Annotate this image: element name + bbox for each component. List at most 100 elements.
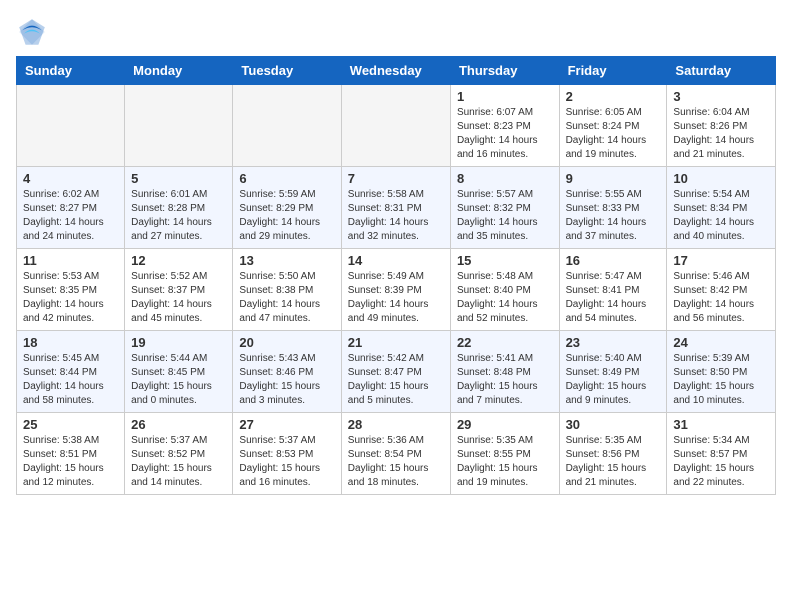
day-number: 15 [457, 253, 553, 268]
calendar-cell: 2 Sunrise: 6:05 AM Sunset: 8:24 PM Daylig… [559, 85, 667, 167]
day-number: 22 [457, 335, 553, 350]
day-number: 20 [239, 335, 334, 350]
day-number: 25 [23, 417, 118, 432]
day-number: 28 [348, 417, 444, 432]
day-info: Sunrise: 5:50 AM Sunset: 8:38 PM Dayligh… [239, 270, 334, 326]
day-info: Sunrise: 5:45 AM Sunset: 8:44 PM Dayligh… [23, 352, 118, 408]
day-info: Sunrise: 5:43 AM Sunset: 8:46 PM Dayligh… [239, 352, 334, 408]
day-number: 14 [348, 253, 444, 268]
day-info: Sunrise: 5:49 AM Sunset: 8:39 PM Dayligh… [348, 270, 444, 326]
day-number: 7 [348, 171, 444, 186]
calendar-cell [17, 85, 125, 167]
calendar-cell: 5 Sunrise: 6:01 AM Sunset: 8:28 PM Daylig… [125, 167, 233, 249]
day-number: 9 [566, 171, 661, 186]
column-header-tuesday: Tuesday [233, 57, 341, 85]
calendar-header [16, 16, 776, 48]
day-number: 16 [566, 253, 661, 268]
calendar-cell: 6 Sunrise: 5:59 AM Sunset: 8:29 PM Daylig… [233, 167, 341, 249]
day-info: Sunrise: 5:59 AM Sunset: 8:29 PM Dayligh… [239, 188, 334, 244]
day-info: Sunrise: 5:39 AM Sunset: 8:50 PM Dayligh… [673, 352, 769, 408]
day-info: Sunrise: 5:44 AM Sunset: 8:45 PM Dayligh… [131, 352, 226, 408]
day-info: Sunrise: 5:37 AM Sunset: 8:53 PM Dayligh… [239, 434, 334, 490]
calendar-cell: 9 Sunrise: 5:55 AM Sunset: 8:33 PM Daylig… [559, 167, 667, 249]
calendar-cell: 12Sunrise: 5:52 AM Sunset: 8:37 PM Dayli… [125, 249, 233, 331]
day-number: 27 [239, 417, 334, 432]
day-info: Sunrise: 5:46 AM Sunset: 8:42 PM Dayligh… [673, 270, 769, 326]
day-info: Sunrise: 5:57 AM Sunset: 8:32 PM Dayligh… [457, 188, 553, 244]
calendar-cell: 31 Sunrise: 5:34 AM Sunset: 8:57 PM Dayli… [667, 413, 776, 495]
calendar-cell: 19 Sunrise: 5:44 AM Sunset: 8:45 PM Dayli… [125, 331, 233, 413]
column-header-wednesday: Wednesday [341, 57, 450, 85]
calendar-cell: 26 Sunrise: 5:37 AM Sunset: 8:52 PM Dayli… [125, 413, 233, 495]
day-number: 6 [239, 171, 334, 186]
day-info: Sunrise: 5:36 AM Sunset: 8:54 PM Dayligh… [348, 434, 444, 490]
day-number: 1 [457, 89, 553, 104]
day-number: 5 [131, 171, 226, 186]
calendar-table: SundayMondayTuesdayWednesdayThursdayFrid… [16, 56, 776, 495]
calendar-cell: 24 Sunrise: 5:39 AM Sunset: 8:50 PM Dayli… [667, 331, 776, 413]
day-info: Sunrise: 5:38 AM Sunset: 8:51 PM Dayligh… [23, 434, 118, 490]
calendar-cell: 16Sunrise: 5:47 AM Sunset: 8:41 PM Dayli… [559, 249, 667, 331]
day-number: 19 [131, 335, 226, 350]
calendar-cell: 14 Sunrise: 5:49 AM Sunset: 8:39 PM Dayli… [341, 249, 450, 331]
column-header-sunday: Sunday [17, 57, 125, 85]
day-number: 4 [23, 171, 118, 186]
calendar-cell: 10 Sunrise: 5:54 AM Sunset: 8:34 PM Dayli… [667, 167, 776, 249]
calendar-cell: 22Sunrise: 5:41 AM Sunset: 8:48 PM Dayli… [450, 331, 559, 413]
calendar-cell [341, 85, 450, 167]
day-info: Sunrise: 5:35 AM Sunset: 8:56 PM Dayligh… [566, 434, 661, 490]
day-info: Sunrise: 5:34 AM Sunset: 8:57 PM Dayligh… [673, 434, 769, 490]
day-number: 31 [673, 417, 769, 432]
day-number: 30 [566, 417, 661, 432]
calendar-header-row: SundayMondayTuesdayWednesdayThursdayFrid… [17, 57, 776, 85]
calendar-cell: 13 Sunrise: 5:50 AM Sunset: 8:38 PM Dayli… [233, 249, 341, 331]
day-number: 2 [566, 89, 661, 104]
day-number: 24 [673, 335, 769, 350]
calendar-cell: 18 Sunrise: 5:45 AM Sunset: 8:44 PM Dayli… [17, 331, 125, 413]
day-info: Sunrise: 5:55 AM Sunset: 8:33 PM Dayligh… [566, 188, 661, 244]
day-info: Sunrise: 5:42 AM Sunset: 8:47 PM Dayligh… [348, 352, 444, 408]
day-info: Sunrise: 5:48 AM Sunset: 8:40 PM Dayligh… [457, 270, 553, 326]
day-info: Sunrise: 6:02 AM Sunset: 8:27 PM Dayligh… [23, 188, 118, 244]
day-info: Sunrise: 5:37 AM Sunset: 8:52 PM Dayligh… [131, 434, 226, 490]
day-number: 12 [131, 253, 226, 268]
day-number: 26 [131, 417, 226, 432]
day-number: 21 [348, 335, 444, 350]
calendar-cell: 23 Sunrise: 5:40 AM Sunset: 8:49 PM Dayli… [559, 331, 667, 413]
day-number: 23 [566, 335, 661, 350]
column-header-friday: Friday [559, 57, 667, 85]
calendar-cell: 11 Sunrise: 5:53 AM Sunset: 8:35 PM Dayli… [17, 249, 125, 331]
day-info: Sunrise: 5:35 AM Sunset: 8:55 PM Dayligh… [457, 434, 553, 490]
calendar-cell: 8Sunrise: 5:57 AM Sunset: 8:32 PM Daylig… [450, 167, 559, 249]
calendar-cell: 3Sunrise: 6:04 AM Sunset: 8:26 PM Daylig… [667, 85, 776, 167]
day-number: 17 [673, 253, 769, 268]
day-info: Sunrise: 6:04 AM Sunset: 8:26 PM Dayligh… [673, 106, 769, 162]
calendar-cell: 21 Sunrise: 5:42 AM Sunset: 8:47 PM Dayli… [341, 331, 450, 413]
day-number: 18 [23, 335, 118, 350]
logo [16, 16, 52, 48]
calendar-cell: 25 Sunrise: 5:38 AM Sunset: 8:51 PM Dayli… [17, 413, 125, 495]
logo-icon [16, 16, 48, 48]
day-info: Sunrise: 6:01 AM Sunset: 8:28 PM Dayligh… [131, 188, 226, 244]
calendar-cell: 1Sunrise: 6:07 AM Sunset: 8:23 PM Daylig… [450, 85, 559, 167]
day-info: Sunrise: 5:58 AM Sunset: 8:31 PM Dayligh… [348, 188, 444, 244]
day-info: Sunrise: 6:05 AM Sunset: 8:24 PM Dayligh… [566, 106, 661, 162]
calendar-cell: 17 Sunrise: 5:46 AM Sunset: 8:42 PM Dayli… [667, 249, 776, 331]
calendar-cell: 28 Sunrise: 5:36 AM Sunset: 8:54 PM Dayli… [341, 413, 450, 495]
day-info: Sunrise: 5:54 AM Sunset: 8:34 PM Dayligh… [673, 188, 769, 244]
day-info: Sunrise: 5:40 AM Sunset: 8:49 PM Dayligh… [566, 352, 661, 408]
calendar-cell: 29 Sunrise: 5:35 AM Sunset: 8:55 PM Dayli… [450, 413, 559, 495]
day-info: Sunrise: 5:53 AM Sunset: 8:35 PM Dayligh… [23, 270, 118, 326]
column-header-monday: Monday [125, 57, 233, 85]
column-header-saturday: Saturday [667, 57, 776, 85]
day-number: 29 [457, 417, 553, 432]
calendar-cell: 4 Sunrise: 6:02 AM Sunset: 8:27 PM Daylig… [17, 167, 125, 249]
calendar-cell: 27 Sunrise: 5:37 AM Sunset: 8:53 PM Dayli… [233, 413, 341, 495]
calendar-cell [125, 85, 233, 167]
calendar-cell: 20 Sunrise: 5:43 AM Sunset: 8:46 PM Dayli… [233, 331, 341, 413]
calendar-cell: 7 Sunrise: 5:58 AM Sunset: 8:31 PM Daylig… [341, 167, 450, 249]
day-number: 11 [23, 253, 118, 268]
day-number: 13 [239, 253, 334, 268]
column-header-thursday: Thursday [450, 57, 559, 85]
day-number: 10 [673, 171, 769, 186]
